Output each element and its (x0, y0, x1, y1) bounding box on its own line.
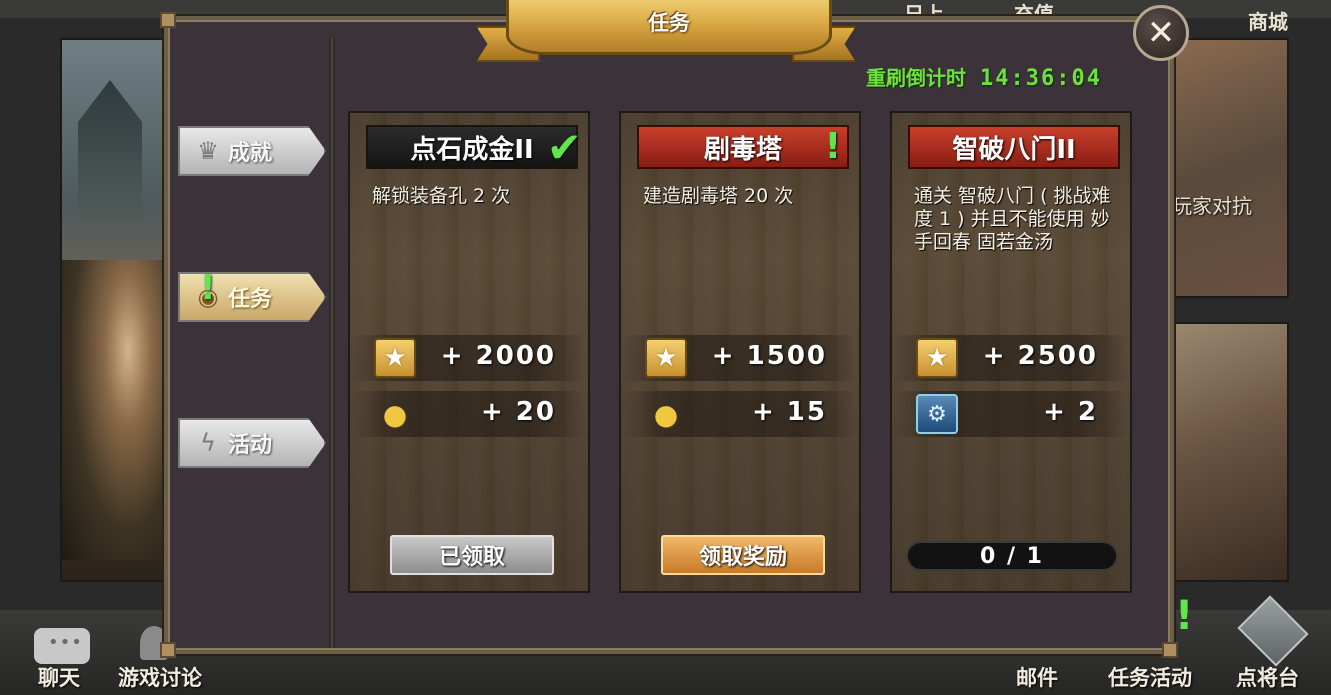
quest-title-box: 剧毒塔 ! (637, 125, 849, 169)
dialog-corner (160, 12, 176, 28)
background-pvp-art[interactable] (1170, 38, 1289, 298)
tab-label: 成就 (228, 141, 273, 166)
bottom-nav-mail[interactable]: 邮件 (1016, 662, 1058, 692)
reward-row: ★ + 2000 (352, 335, 586, 381)
bottom-nav-chat[interactable]: 聊天 (38, 662, 80, 692)
quest-title: 剧毒塔 (703, 134, 782, 165)
refresh-countdown: 重刷倒计时 14:36:04 (866, 62, 1102, 91)
dialog-title: 任务 (648, 11, 690, 35)
claim-reward-button[interactable]: 领取奖励 (661, 535, 825, 575)
countdown-label: 重刷倒计时 (866, 66, 966, 90)
task-activity-alert-icon: ! (1175, 593, 1194, 639)
reward-value: + 20 (480, 397, 556, 427)
reward-value: + 2 (1043, 397, 1098, 427)
quest-progress: 0 / 1 (906, 541, 1118, 571)
dialog-corner (160, 642, 176, 658)
background-hero-art (60, 38, 174, 582)
reward-value: + 2500 (982, 341, 1098, 371)
chat-icon[interactable] (34, 628, 90, 664)
bottom-nav-deploy[interactable]: 点将台 (1236, 662, 1299, 692)
crown-icon: ♛ (197, 137, 219, 165)
tab-label: 活动 (228, 433, 273, 458)
coin-icon: ● (653, 397, 679, 431)
reward-row: ★ + 1500 (623, 335, 857, 381)
background-top-item-shop[interactable]: 商城 (1248, 6, 1288, 35)
star-icon: ★ (916, 338, 958, 378)
reward-value: + 2000 (440, 341, 556, 371)
reward-row: ● + 15 (623, 391, 857, 437)
quest-description: 通关 智破八门 ( 挑战难度 1 ) 并且不能使用 妙手回春 固若金汤 (914, 185, 1111, 253)
background-tower-art (78, 80, 142, 220)
quest-title: 智破八门II (952, 134, 1076, 165)
reward-value: + 15 (751, 397, 827, 427)
tab-achievements[interactable]: ♛ 成就 (178, 126, 326, 176)
rune-icon: ⚙ (916, 394, 958, 434)
title-banner: 任务 (476, 0, 856, 62)
quest-card: 智破八门II 通关 智破八门 ( 挑战难度 1 ) 并且不能使用 妙手回春 固若… (890, 111, 1132, 593)
reward-row: ⚙ + 2 (894, 391, 1128, 437)
close-icon: ✕ (1146, 13, 1176, 53)
quest-description: 解锁装备孔 2 次 (372, 185, 511, 207)
background-battle-art[interactable] (1170, 322, 1289, 582)
tab-alert-icon: ! (200, 268, 216, 308)
quest-title-box: 智破八门II (908, 125, 1120, 169)
alert-icon: ! (824, 126, 841, 167)
claimed-button[interactable]: 已领取 (390, 535, 554, 575)
tab-label: 任务 (228, 287, 273, 312)
bottom-nav-discussion[interactable]: 游戏讨论 (118, 662, 202, 692)
dialog-corner (1162, 642, 1178, 658)
close-button[interactable]: ✕ (1133, 5, 1189, 61)
star-icon: ★ (645, 338, 687, 378)
lightning-icon: ϟ (200, 429, 216, 457)
countdown-time: 14:36:04 (980, 66, 1102, 91)
quest-title-box: 点石成金II ✔ (366, 125, 582, 169)
quest-description: 建造剧毒塔 20 次 (643, 185, 794, 207)
checkmark-icon: ✔ (546, 123, 582, 172)
bottom-nav-task-activity[interactable]: 任务活动 (1108, 662, 1192, 692)
coin-icon: ● (382, 397, 408, 431)
tab-divider (329, 38, 335, 648)
reward-row: ★ + 2500 (894, 335, 1128, 381)
quest-card: 点石成金II ✔ 解锁装备孔 2 次 ★ + 2000 ● + 20 已领取 (348, 111, 590, 593)
title-scroll: 任务 (506, 0, 832, 55)
background-warrior-art (62, 260, 172, 560)
star-icon: ★ (374, 338, 416, 378)
tab-activities[interactable]: ϟ 活动 (178, 418, 326, 468)
background-pvp-label: 玩家对抗 (1172, 194, 1252, 218)
reward-value: + 1500 (711, 341, 827, 371)
quest-title: 点石成金II (410, 134, 534, 165)
quest-card: 剧毒塔 ! 建造剧毒塔 20 次 ★ + 1500 ● + 15 领取奖励 (619, 111, 861, 593)
reward-row: ● + 20 (352, 391, 586, 437)
